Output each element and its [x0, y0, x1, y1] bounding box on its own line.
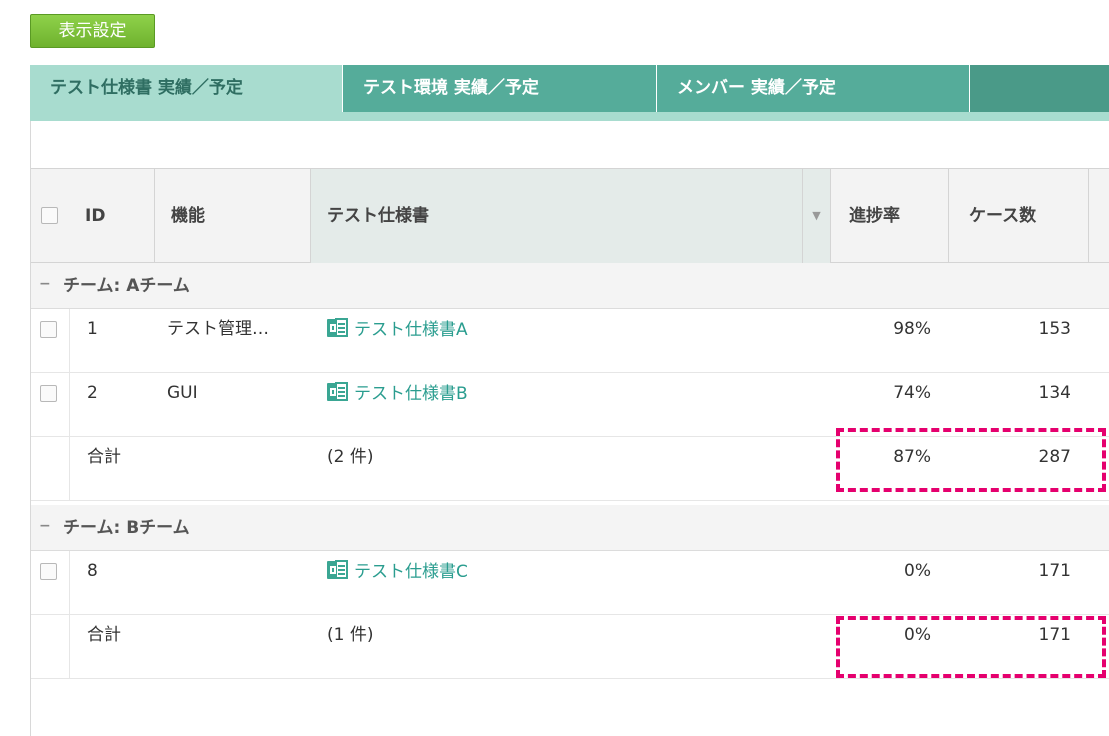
display-settings-button[interactable]: 表示設定	[30, 14, 155, 48]
table-row[interactable]: 1 テスト管理… テスト仕様書A 98% 153	[31, 309, 1109, 373]
header-test-spec[interactable]: テスト仕様書	[311, 169, 803, 263]
tab-bar: テスト仕様書 実績／予定 テスト環境 実績／予定 メンバー 実績／予定	[30, 65, 1109, 112]
table-row[interactable]: 8 テスト仕様書C 0% 171	[31, 551, 1109, 615]
grid-header: ID 機能 テスト仕様書 ▼ 進捗率 ケース数	[31, 169, 1109, 263]
cell-cases: 171	[1038, 561, 1071, 581]
cell-progress: 74%	[893, 383, 931, 403]
header-progress[interactable]: 進捗率	[831, 169, 949, 263]
group-label: チーム: Aチーム	[63, 276, 190, 296]
group-row-team-b[interactable]: − チーム: Bチーム	[31, 505, 1109, 551]
cell-cases: 134	[1038, 383, 1071, 403]
row-divider	[69, 373, 70, 437]
spec-link-label: テスト仕様書A	[354, 320, 468, 340]
cell-progress: 98%	[893, 319, 931, 339]
header-id[interactable]: ID	[69, 169, 155, 263]
total-label: 合計	[87, 447, 121, 467]
cell-cases: 153	[1038, 319, 1071, 339]
row-checkbox[interactable]	[40, 321, 57, 338]
group-label: チーム: Bチーム	[63, 518, 190, 538]
header-next-column[interactable]	[1089, 169, 1109, 263]
cell-feature: テスト管理…	[167, 319, 269, 339]
total-count: (1 件)	[327, 625, 374, 645]
header-select-cell	[31, 169, 69, 263]
sort-dropdown-icon[interactable]: ▼	[803, 169, 831, 263]
header-feature[interactable]: 機能	[155, 169, 311, 263]
row-checkbox[interactable]	[40, 563, 57, 580]
document-icon	[327, 382, 349, 402]
total-count: (2 件)	[327, 447, 374, 467]
tab-underline	[30, 112, 1109, 121]
tab-members[interactable]: メンバー 実績／予定	[657, 65, 970, 112]
row-checkbox[interactable]	[40, 385, 57, 402]
grid-toolbar	[31, 121, 1109, 169]
highlight-box-team-a-total	[836, 428, 1106, 492]
row-divider	[69, 437, 70, 501]
collapse-icon[interactable]: −	[39, 519, 53, 533]
tab-bar-filler	[970, 65, 1109, 112]
cell-id: 8	[87, 561, 98, 581]
header-cases[interactable]: ケース数	[949, 169, 1089, 263]
collapse-icon[interactable]: −	[39, 277, 53, 291]
row-divider	[69, 309, 70, 373]
spec-link-label: テスト仕様書C	[354, 562, 468, 582]
cell-spec-link[interactable]: テスト仕様書A	[327, 318, 468, 341]
tab-test-spec[interactable]: テスト仕様書 実績／予定	[30, 65, 343, 112]
cell-feature: GUI	[167, 383, 198, 403]
tab-test-environment[interactable]: テスト環境 実績／予定	[343, 65, 657, 112]
cell-id: 1	[87, 319, 98, 339]
row-divider	[69, 551, 70, 615]
spec-link-label: テスト仕様書B	[354, 384, 468, 404]
cell-id: 2	[87, 383, 98, 403]
highlight-box-team-b-total	[836, 616, 1106, 678]
cell-spec-link[interactable]: テスト仕様書C	[327, 560, 468, 583]
select-all-checkbox[interactable]	[41, 207, 58, 224]
document-icon	[327, 560, 349, 580]
row-divider	[69, 615, 70, 679]
cell-progress: 0%	[904, 561, 931, 581]
cell-spec-link[interactable]: テスト仕様書B	[327, 382, 468, 405]
document-icon	[327, 318, 349, 338]
group-row-team-a[interactable]: − チーム: Aチーム	[31, 263, 1109, 309]
total-label: 合計	[87, 625, 121, 645]
